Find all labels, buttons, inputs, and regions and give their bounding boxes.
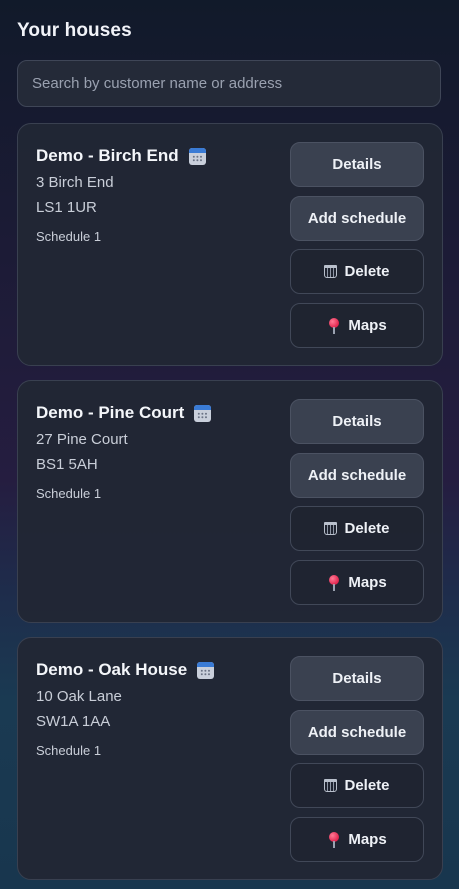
map-pin-icon — [327, 317, 341, 334]
address-line: 10 Oak Lane — [36, 688, 122, 705]
calendar-icon[interactable] — [197, 661, 215, 679]
maps-button[interactable]: Maps — [290, 817, 424, 862]
house-name: Demo - Birch End — [36, 146, 206, 166]
postcode: SW1A 1AA — [36, 713, 111, 730]
details-button-label: Details — [332, 413, 382, 430]
delete-button-label: Delete — [344, 520, 390, 537]
delete-button[interactable]: Delete — [290, 763, 424, 808]
schedule-label: Schedule 1 — [36, 743, 102, 758]
schedule-label: Schedule 1 — [36, 229, 102, 244]
house-name: Demo - Oak House — [36, 660, 215, 680]
add-schedule-button[interactable]: Add schedule — [290, 710, 424, 755]
map-pin-icon — [327, 831, 341, 848]
add-schedule-button[interactable]: Add schedule — [290, 453, 424, 498]
search-input[interactable] — [17, 60, 441, 107]
details-button-label: Details — [332, 670, 382, 687]
add-schedule-button-label: Add schedule — [307, 724, 407, 741]
house-card: Demo - Birch End 3 Birch End LS1 1UR Sch… — [17, 123, 443, 366]
house-name-label: Demo - Birch End — [36, 146, 179, 165]
trash-icon — [324, 779, 338, 792]
maps-button[interactable]: Maps — [290, 560, 424, 605]
delete-button[interactable]: Delete — [290, 506, 424, 551]
trash-icon — [324, 522, 338, 535]
house-card: Demo - Oak House 10 Oak Lane SW1A 1AA Sc… — [17, 637, 443, 880]
add-schedule-button-label: Add schedule — [307, 467, 407, 484]
delete-button-label: Delete — [344, 777, 390, 794]
calendar-icon[interactable] — [194, 404, 212, 422]
address-line: 3 Birch End — [36, 174, 114, 191]
trash-icon — [324, 265, 338, 278]
maps-button-label: Maps — [348, 831, 387, 848]
maps-button-label: Maps — [348, 574, 387, 591]
address-line: 27 Pine Court — [36, 431, 128, 448]
calendar-icon[interactable] — [188, 147, 206, 165]
details-button-label: Details — [332, 156, 382, 173]
house-name-label: Demo - Pine Court — [36, 403, 185, 422]
maps-button[interactable]: Maps — [290, 303, 424, 348]
add-schedule-button-label: Add schedule — [307, 210, 407, 227]
map-pin-icon — [327, 574, 341, 591]
page-title: Your houses — [17, 20, 132, 41]
delete-button[interactable]: Delete — [290, 249, 424, 294]
maps-button-label: Maps — [348, 317, 387, 334]
delete-button-label: Delete — [344, 263, 390, 280]
postcode: LS1 1UR — [36, 199, 97, 216]
add-schedule-button[interactable]: Add schedule — [290, 196, 424, 241]
postcode: BS1 5AH — [36, 456, 98, 473]
house-name: Demo - Pine Court — [36, 403, 212, 423]
details-button[interactable]: Details — [290, 656, 424, 701]
house-card: Demo - Pine Court 27 Pine Court BS1 5AH … — [17, 380, 443, 623]
details-button[interactable]: Details — [290, 399, 424, 444]
schedule-label: Schedule 1 — [36, 486, 102, 501]
details-button[interactable]: Details — [290, 142, 424, 187]
house-name-label: Demo - Oak House — [36, 660, 188, 679]
